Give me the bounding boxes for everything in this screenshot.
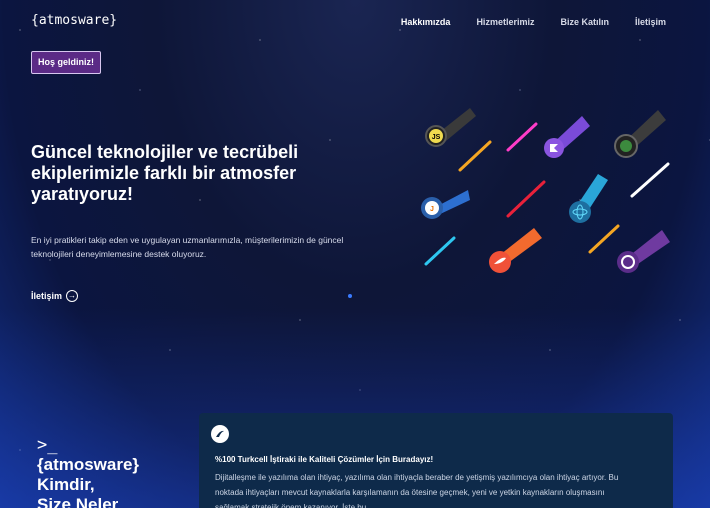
about-section-title: >_ {atmosware} Kimdir, Size Neler [37, 435, 139, 508]
svg-text:J: J [430, 206, 434, 213]
nav-link-iletisim[interactable]: İletişim [635, 17, 666, 27]
turkcell-icon [211, 425, 229, 443]
kotlin-comet [544, 116, 590, 158]
card-heading: %100 Turkcell İştiraki ile Kaliteli Çözü… [215, 455, 434, 464]
arrow-right-icon: → [66, 290, 79, 302]
site-header: {atmosware} Hakkımızda Hizmetlerimiz Biz… [0, 0, 710, 44]
comet-streak-white [630, 162, 670, 198]
contact-cta-label: İletişim [31, 291, 63, 301]
turkcell-info-card: %100 Turkcell İştiraki ile Kaliteli Çözü… [199, 413, 673, 508]
cplus-comet [617, 230, 670, 273]
carousel-dot[interactable] [348, 294, 352, 298]
nav-link-bize-katilin[interactable]: Bize Katılın [560, 17, 609, 27]
nodejs-icon [620, 140, 632, 152]
nodejs-comet [614, 110, 666, 158]
main-nav: Hakkımızda Hizmetlerimiz Bize Katılın İl… [401, 17, 666, 27]
comet-streak-red [506, 180, 546, 218]
tech-comets-illustration: JS J [421, 108, 670, 273]
react-comet [569, 174, 608, 223]
site-logo[interactable]: {atmosware} [31, 13, 117, 28]
welcome-badge: Hoş geldiniz! [31, 51, 101, 74]
js-comet: JS [425, 108, 476, 147]
nav-link-hakkimizda[interactable]: Hakkımızda [401, 17, 451, 27]
hero-description: En iyi pratikleri takip eden ve uygulaya… [31, 235, 344, 259]
terminal-prompt: >_ [37, 435, 58, 455]
card-text: Dijitalleşme ile yazılıma olan ihtiyaç, … [215, 473, 619, 508]
about-brand: {atmosware} [37, 455, 140, 474]
hero-title: Güncel teknolojiler ve tecrübeli ekipler… [31, 142, 299, 204]
contact-cta-link[interactable]: İletişim → [31, 290, 79, 302]
about-title-rest: Kimdir, Size Neler [37, 475, 119, 508]
svg-text:JS: JS [432, 134, 441, 141]
nav-link-hizmetlerimiz[interactable]: Hizmetlerimiz [476, 17, 534, 27]
comet-streak-orange [458, 140, 492, 172]
comet-streak-pink [506, 122, 538, 152]
comet-streak-cyan [424, 236, 456, 266]
comet-streak-gold [588, 224, 620, 254]
java-comet: J [421, 190, 470, 219]
swift-comet [489, 228, 542, 273]
